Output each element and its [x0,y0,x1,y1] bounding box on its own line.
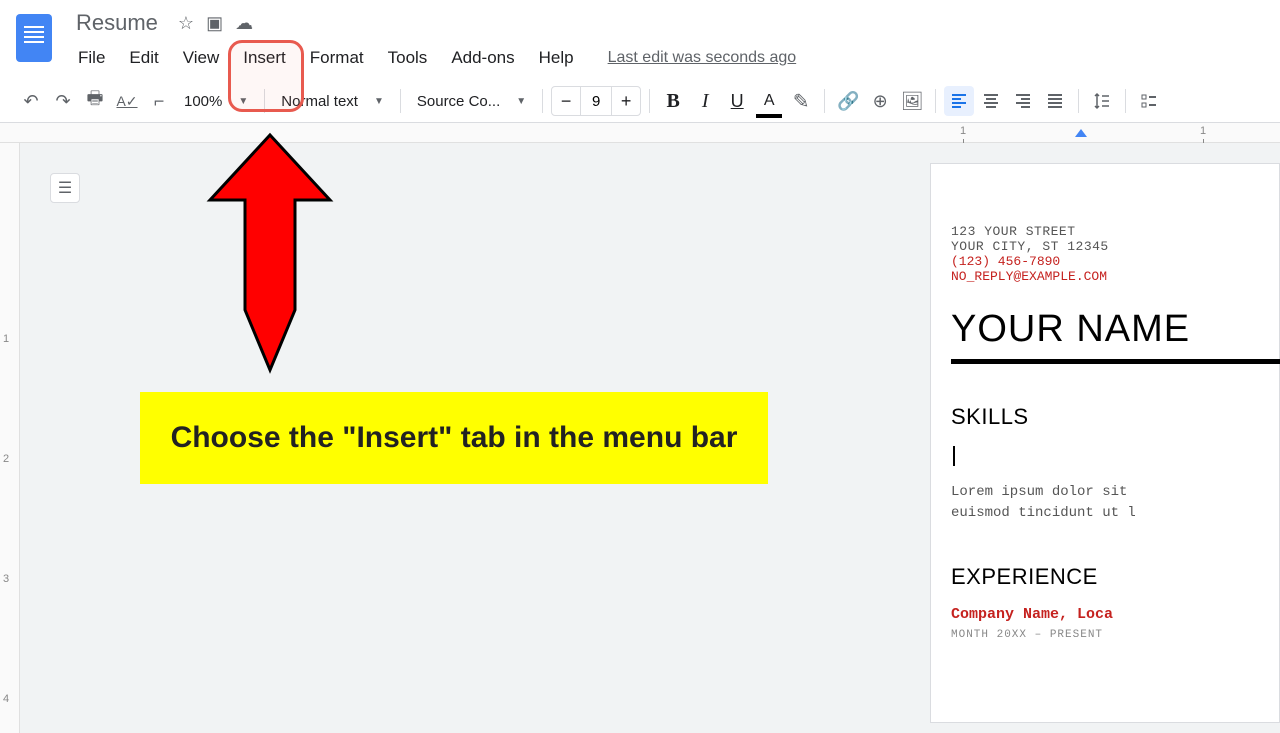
star-icon[interactable]: ☆ [178,13,194,34]
toolbar-separator [824,89,825,113]
toolbar-separator [1078,89,1079,113]
document-title[interactable]: Resume [68,8,166,38]
text-color-button[interactable]: A [754,86,784,116]
highlight-button[interactable]: ✎ [786,86,816,116]
date-range: MONTH 20XX – PRESENT [951,629,1279,641]
address-line-1: 123 YOUR STREET [951,224,1279,239]
paint-format-button[interactable]: ⌐ [144,86,174,116]
ruler-mark: 3 [3,573,9,585]
align-left-button[interactable] [944,86,974,116]
toolbar-separator [1125,89,1126,113]
chevron-down-icon: ▼ [374,96,384,107]
company-line: Company Name, Loca [951,606,1279,623]
menu-help[interactable]: Help [529,44,584,72]
ruler-mark: 4 [3,693,9,705]
menu-addons[interactable]: Add-ons [441,44,524,72]
ruler-mark: 1 [1200,125,1206,137]
chevron-down-icon: ▼ [516,96,526,107]
toolbar: ↶ ↷ 🖶 A✓ ⌐ 100% ▼ Normal text ▼ Source C… [0,80,1280,123]
text-cursor [953,446,955,466]
address-line-2: YOUR CITY, ST 12345 [951,239,1279,254]
ruler-mark: 1 [3,333,9,345]
title-row: Resume ☆ ▣ ☁ [68,8,1264,38]
toolbar-separator [264,89,265,113]
font-value: Source Co... [417,93,500,110]
docs-logo-icon[interactable] [16,14,52,62]
header-bar: Resume ☆ ▣ ☁ File Edit View Insert Forma… [0,0,1280,72]
bold-button[interactable]: B [658,86,688,116]
last-edit-link[interactable]: Last edit was seconds ago [608,49,797,67]
line-spacing-button[interactable] [1087,86,1117,116]
style-value: Normal text [281,93,358,110]
title-area: Resume ☆ ▣ ☁ File Edit View Insert Forma… [68,8,1264,72]
resume-name-heading: YOUR NAME [951,308,1279,351]
toolbar-separator [542,89,543,113]
italic-button[interactable]: I [690,86,720,116]
redo-button[interactable]: ↷ [48,86,78,116]
align-justify-button[interactable] [1040,86,1070,116]
vertical-ruler[interactable]: 1 2 3 4 [0,143,20,733]
skills-body-2: euismod tincidunt ut l [951,503,1279,524]
menu-view[interactable]: View [173,44,230,72]
align-right-button[interactable] [1008,86,1038,116]
menu-format[interactable]: Format [300,44,374,72]
insert-comment-button[interactable]: ⊕ [865,86,895,116]
menu-file[interactable]: File [68,44,115,72]
toolbar-separator [649,89,650,113]
font-size-input[interactable] [580,87,612,115]
cloud-status-icon[interactable]: ☁ [235,13,253,34]
align-center-button[interactable] [976,86,1006,116]
toolbar-separator [935,89,936,113]
underline-button[interactable]: U [722,86,752,116]
font-size-control: − + [551,86,641,116]
zoom-select[interactable]: 100% ▼ [176,89,256,114]
document-outline-button[interactable]: ☰ [50,173,80,203]
instruction-callout: Choose the "Insert" tab in the menu bar [140,392,768,484]
divider-line [951,359,1280,364]
skills-body-1: Lorem ipsum dolor sit [951,482,1279,503]
move-folder-icon[interactable]: ▣ [206,13,223,34]
toolbar-separator [400,89,401,113]
menu-insert[interactable]: Insert [233,44,296,72]
undo-button[interactable]: ↶ [16,86,46,116]
spellcheck-button[interactable]: A✓ [112,86,142,116]
ruler-mark: 1 [960,125,966,137]
paragraph-style-select[interactable]: Normal text ▼ [273,89,392,114]
phone-number: (123) 456-7890 [951,254,1279,269]
menu-edit[interactable]: Edit [119,44,168,72]
font-size-decrease[interactable]: − [552,87,580,115]
horizontal-ruler[interactable]: 1 1 [0,123,1280,143]
insert-image-button[interactable]: 🖼 [897,86,927,116]
ruler-indent-marker[interactable] [1075,129,1087,137]
skills-heading: SKILLS [951,404,1279,430]
chevron-down-icon: ▼ [238,96,248,107]
document-page[interactable]: 123 YOUR STREET YOUR CITY, ST 12345 (123… [930,163,1280,723]
insert-link-button[interactable]: 🔗 [833,86,863,116]
menu-bar: File Edit View Insert Format Tools Add-o… [68,44,1264,72]
experience-heading: EXPERIENCE [951,564,1279,590]
font-size-increase[interactable]: + [612,87,640,115]
font-select[interactable]: Source Co... ▼ [409,89,534,114]
menu-tools[interactable]: Tools [378,44,438,72]
zoom-value: 100% [184,93,222,110]
ruler-mark: 2 [3,453,9,465]
checklist-button[interactable] [1134,86,1164,116]
email-address: NO_REPLY@EXAMPLE.COM [951,269,1279,284]
print-button[interactable]: 🖶 [80,86,110,116]
